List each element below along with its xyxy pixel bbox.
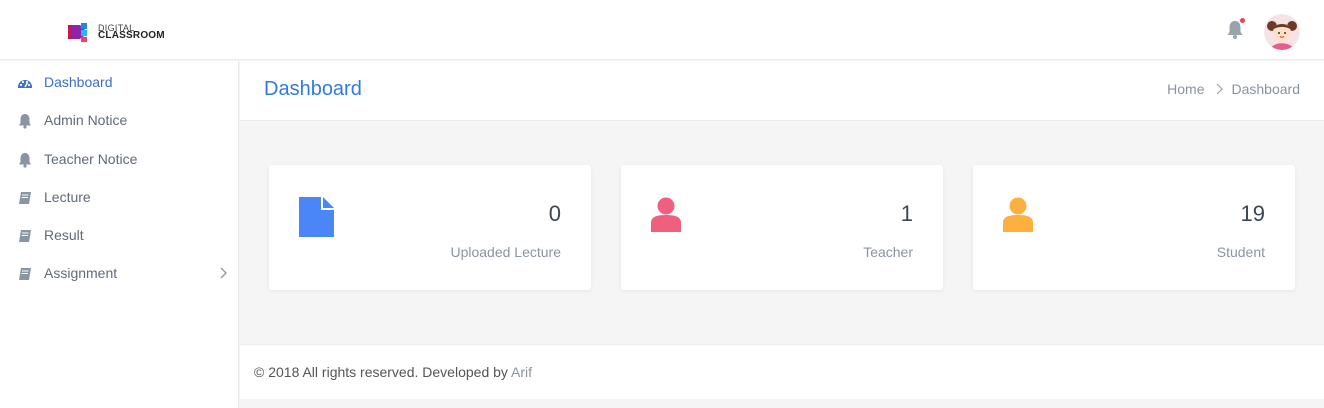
- breadcrumb: Home Dashboard: [1167, 81, 1300, 97]
- avatar-image: [1264, 14, 1300, 50]
- sidebar-item-assignment[interactable]: Assignment: [0, 258, 239, 290]
- stat-card-student: 19 Student: [973, 165, 1295, 290]
- stat-value: 0: [548, 201, 561, 226]
- sidebar-item-result[interactable]: Result: [0, 220, 239, 252]
- notification-dot: [1240, 18, 1245, 23]
- sidebar-item-admin-notice[interactable]: Admin Notice: [0, 105, 239, 137]
- top-bar: DIGITAL CLASSROOM: [0, 0, 1324, 60]
- stat-label: Teacher: [863, 244, 913, 260]
- sidebar-item-label: Result: [44, 227, 84, 243]
- stat-card-uploaded-lecture: 0 Uploaded Lecture: [269, 165, 591, 290]
- footer-text: © 2018 All rights reserved. Developed by…: [254, 364, 532, 380]
- sidebar-item-label: Dashboard: [44, 74, 113, 90]
- stat-label: Student: [1216, 244, 1265, 260]
- stat-label: Uploaded Lecture: [450, 244, 561, 260]
- sidebar-item-label: Lecture: [44, 189, 91, 205]
- sidebar: Dashboard Admin Notice Teacher Notice Le…: [0, 61, 239, 408]
- stat-value: 1: [900, 201, 913, 226]
- chevron-right-icon: [220, 267, 227, 279]
- bell-icon: [1227, 21, 1243, 39]
- breadcrumb-home-link[interactable]: Home: [1167, 81, 1204, 97]
- footer: © 2018 All rights reserved. Developed by…: [240, 344, 1324, 399]
- page-title: Dashboard: [264, 78, 362, 100]
- book-icon: [19, 230, 31, 242]
- book-icon: [19, 192, 31, 204]
- app-logo[interactable]: DIGITAL CLASSROOM: [68, 21, 165, 43]
- user-icon: [651, 197, 681, 232]
- logo-mark-icon: [68, 23, 87, 42]
- bell-icon: [19, 153, 31, 168]
- bell-icon: [19, 114, 31, 129]
- sidebar-item-teacher-notice[interactable]: Teacher Notice: [0, 144, 239, 176]
- notifications-button[interactable]: [1226, 18, 1246, 42]
- file-icon: [299, 197, 334, 237]
- logo-text: DIGITAL CLASSROOM: [98, 24, 165, 41]
- sidebar-item-dashboard[interactable]: Dashboard: [0, 67, 239, 99]
- chevron-right-icon: [1216, 83, 1223, 95]
- sidebar-item-label: Assignment: [44, 265, 118, 281]
- user-avatar[interactable]: [1264, 14, 1300, 50]
- user-icon: [1003, 197, 1033, 232]
- stat-value: 19: [1240, 201, 1265, 226]
- main-content: Dashboard Home Dashboard 0 Uploaded Lect…: [240, 61, 1324, 408]
- breadcrumb-current: Dashboard: [1231, 81, 1301, 97]
- copyright-text: © 2018 All rights reserved. Developed by: [254, 364, 512, 380]
- page-header: Dashboard Home Dashboard: [240, 61, 1324, 121]
- sidebar-item-label: Teacher Notice: [44, 151, 138, 167]
- dashboard-icon: [18, 80, 32, 88]
- author-link[interactable]: Arif: [511, 364, 532, 380]
- stat-card-teacher: 1 Teacher: [621, 165, 943, 290]
- sidebar-item-label: Admin Notice: [44, 112, 128, 128]
- sidebar-item-lecture[interactable]: Lecture: [0, 182, 239, 214]
- book-icon: [19, 268, 31, 280]
- logo-line2: CLASSROOM: [98, 30, 165, 41]
